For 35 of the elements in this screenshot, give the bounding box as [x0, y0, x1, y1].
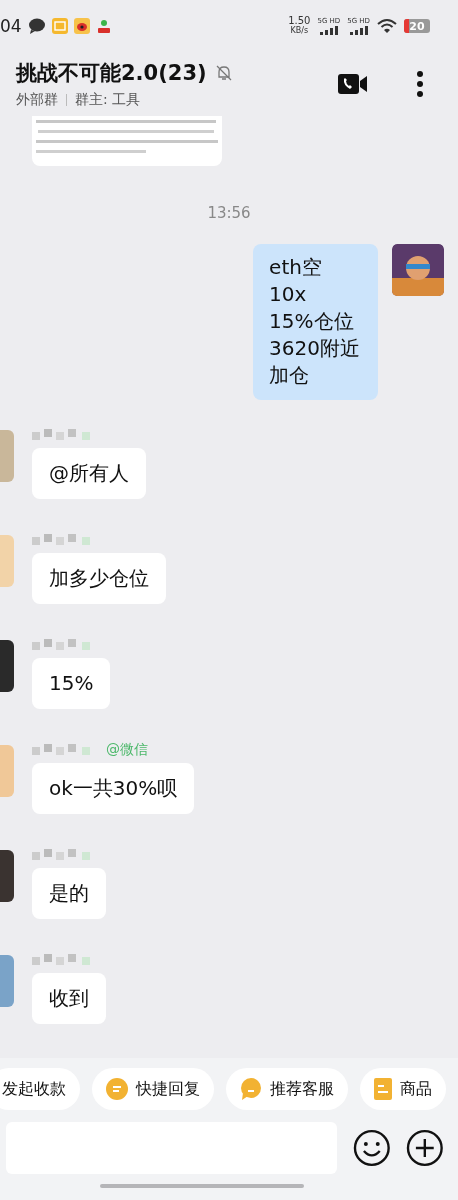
add-button[interactable]: [406, 1129, 444, 1167]
message-bubble: @所有人: [32, 448, 146, 499]
signal-icon: [348, 26, 369, 35]
message-bubble: 15%: [32, 658, 111, 709]
reply-icon: [106, 1078, 128, 1100]
chat-bubble-icon: [27, 18, 46, 34]
chat-bubble-icon: [240, 1078, 262, 1100]
video-call-button[interactable]: [338, 73, 368, 95]
battery-icon: 20: [404, 19, 430, 33]
network-speed: 1.50: [288, 16, 311, 26]
quick-action-chip[interactable]: 发起收款: [0, 1068, 80, 1110]
status-time: 04: [0, 16, 22, 36]
sender-tag: @微信: [106, 741, 148, 759]
app-icon: [95, 18, 112, 34]
group-type: 外部群: [16, 91, 58, 109]
quick-action-chip[interactable]: 商品: [360, 1068, 446, 1110]
mail-icon: [51, 18, 68, 34]
document-icon: [374, 1078, 392, 1100]
message-bubble: 加多少仓位: [32, 553, 166, 604]
message-bubble: eth空 10x 15%仓位 3620附近 加仓: [253, 244, 378, 400]
avatar: [392, 244, 444, 296]
message-bubble: ok一共30%呗: [32, 763, 195, 814]
more-options-button[interactable]: [416, 70, 424, 98]
quick-action-chip[interactable]: 推荐客服: [226, 1068, 348, 1110]
group-owner: 群主: 工具: [75, 91, 141, 109]
message-bubble: 是的: [32, 868, 106, 919]
timestamp: 13:56: [207, 204, 251, 222]
app-icon: [73, 18, 90, 34]
wifi-icon: [377, 18, 397, 34]
speed-unit: KB/s: [290, 26, 309, 36]
chat-title: 挑战不可能2.0(23): [16, 60, 207, 87]
emoji-button[interactable]: [352, 1129, 391, 1167]
quick-action-chip[interactable]: 快捷回复: [92, 1068, 214, 1110]
message-bubble: 收到: [32, 973, 106, 1024]
signal-icon: [318, 26, 339, 35]
